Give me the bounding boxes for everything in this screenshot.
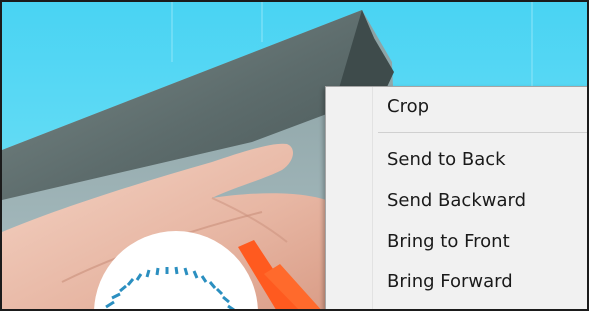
slide-canvas[interactable]: Crop Send to Back Send Backward Bring to… bbox=[0, 0, 589, 311]
menu-item-bring-forward[interactable]: Bring Forward bbox=[327, 264, 587, 300]
menu-item-send-backward[interactable]: Send Backward bbox=[327, 183, 587, 219]
menu-item-bring-to-front[interactable]: Bring to Front bbox=[327, 224, 587, 260]
menu-separator bbox=[378, 132, 587, 133]
menu-item-send-to-back[interactable]: Send to Back bbox=[327, 142, 587, 178]
menu-item-crop[interactable]: Crop bbox=[327, 89, 587, 125]
context-menu: Crop Send to Back Send Backward Bring to… bbox=[325, 86, 587, 309]
